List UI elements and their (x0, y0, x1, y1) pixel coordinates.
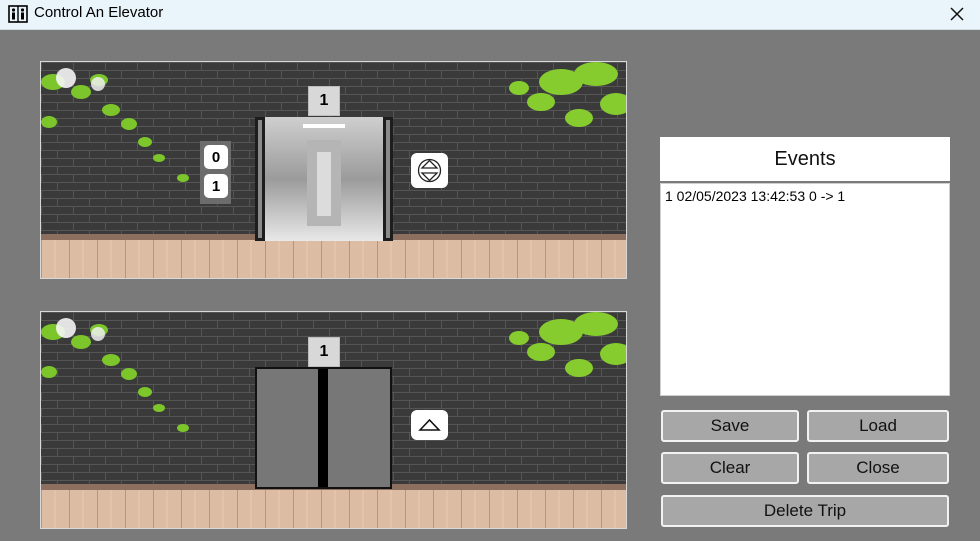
events-list[interactable]: 1 02/05/2023 13:42:53 0 -> 1 (660, 183, 950, 396)
elevator-doors-closed (255, 367, 392, 489)
call-button-floor-0[interactable]: 0 (204, 145, 228, 169)
elevator-icon (8, 5, 28, 23)
elevator-scene-open: 1 0 1 (40, 61, 627, 279)
up-down-icon (417, 158, 442, 183)
close-button[interactable]: Close (807, 452, 949, 484)
clear-button[interactable]: Clear (661, 452, 799, 484)
title-bar: Control An Elevator (0, 0, 980, 30)
call-button-floor-1[interactable]: 1 (204, 174, 228, 198)
save-button[interactable]: Save (661, 410, 799, 442)
call-panel: 0 1 (200, 141, 231, 204)
events-header: Events (660, 137, 950, 181)
list-item[interactable]: 1 02/05/2023 13:42:53 0 -> 1 (665, 187, 945, 205)
floor-indicator: 1 (308, 86, 340, 116)
up-button[interactable] (411, 410, 448, 440)
window-title: Control An Elevator (34, 4, 164, 21)
elevator-scene-closed: 1 (40, 311, 627, 529)
close-icon[interactable] (944, 1, 970, 27)
delete-trip-button[interactable]: Delete Trip (661, 495, 949, 527)
load-button[interactable]: Load (807, 410, 949, 442)
floor-indicator: 1 (308, 337, 340, 367)
up-icon (418, 418, 441, 431)
door-gap (318, 369, 328, 487)
up-down-button[interactable] (411, 153, 448, 188)
